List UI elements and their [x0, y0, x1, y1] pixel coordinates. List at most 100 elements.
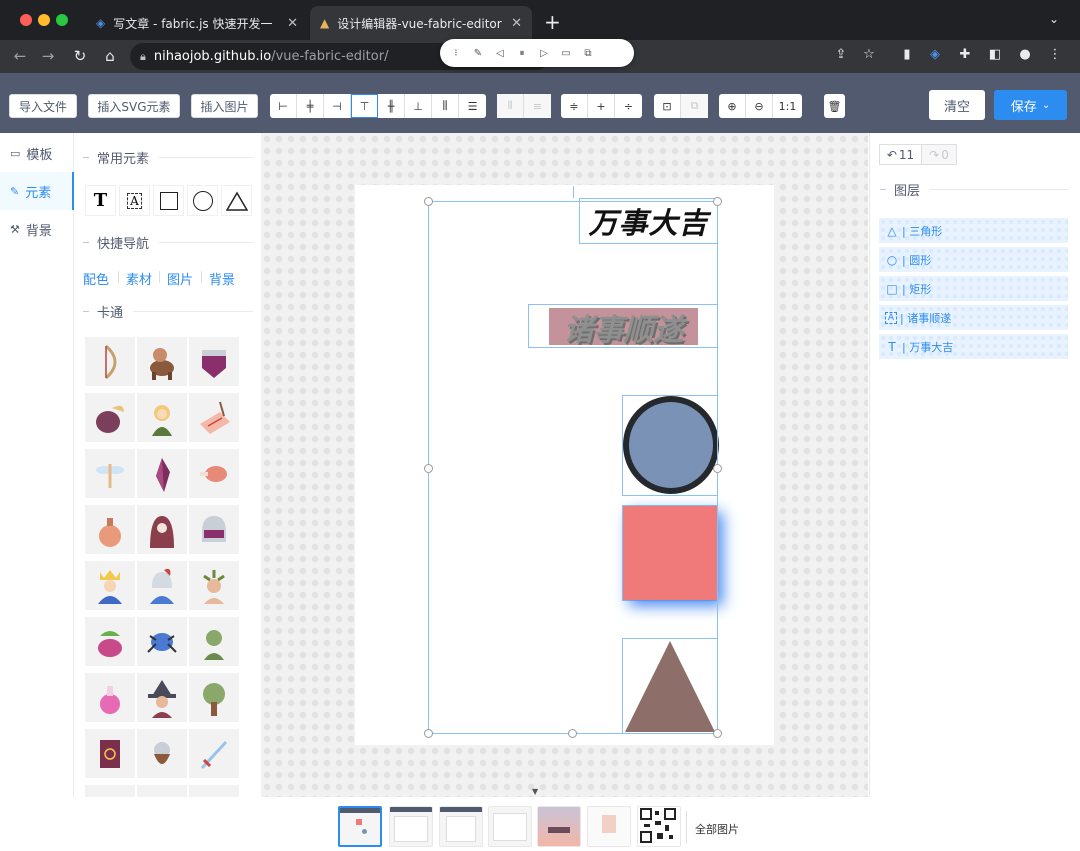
cartoon-witch[interactable]: [137, 673, 187, 722]
tab-editor[interactable]: ▲ 设计编辑器-vue-fabric-editor ✕: [310, 6, 532, 40]
cartoon-book[interactable]: [85, 729, 135, 778]
close-tab-icon[interactable]: ✕: [287, 16, 298, 31]
distribute-v-icon[interactable]: ☰: [459, 94, 486, 118]
cartoon-nest[interactable]: [85, 393, 135, 442]
cartoon-meat[interactable]: [189, 449, 239, 498]
thumb-poster[interactable]: [587, 806, 631, 847]
juejin-extension-icon[interactable]: ◈: [926, 46, 944, 64]
cartoon-tree[interactable]: [189, 673, 239, 722]
nav-link-color[interactable]: 配色: [83, 269, 109, 288]
add-text-button[interactable]: T: [85, 185, 116, 216]
cartoon-potion[interactable]: [85, 673, 135, 722]
cartoon-sack[interactable]: [85, 505, 135, 554]
add-textbox-button[interactable]: A: [119, 185, 150, 216]
v-distribute-icon[interactable]: ≡: [524, 94, 551, 118]
align-top-icon[interactable]: ⊤: [351, 94, 378, 118]
more-menu-icon[interactable]: ⋮: [1046, 46, 1064, 64]
cartoon-partial[interactable]: [85, 785, 135, 797]
cartoon-dragon[interactable]: [85, 617, 135, 666]
cartoon-bow[interactable]: [85, 337, 135, 386]
layer-item-text[interactable]: T | 万事大吉: [879, 334, 1068, 359]
insert-image-button[interactable]: 插入图片: [191, 94, 258, 118]
align-middle-v-icon[interactable]: ╫: [378, 94, 405, 118]
center-horizontal-icon[interactable]: ÷: [615, 94, 642, 118]
canvas-workspace[interactable]: 万事大吉 诸事顺遂 ▼: [261, 133, 868, 797]
zoom-in-icon[interactable]: ⊕: [719, 94, 746, 118]
layer-item-circle[interactable]: ○ | 圆形: [879, 247, 1068, 272]
reload-icon[interactable]: ↻: [70, 46, 90, 66]
cartoon-spider[interactable]: [137, 617, 187, 666]
resize-handle-br[interactable]: [713, 729, 722, 738]
nav-link-image[interactable]: 图片: [167, 269, 193, 288]
h-distribute-icon[interactable]: ⫴: [497, 94, 524, 118]
close-window-button[interactable]: [20, 14, 32, 26]
tab-search-chevron-icon[interactable]: ⌄: [1049, 12, 1059, 26]
close-tab-icon[interactable]: ✕: [511, 16, 522, 31]
cartoon-knight[interactable]: [137, 561, 187, 610]
extension-icon[interactable]: ▮: [898, 46, 916, 64]
cartoon-armor[interactable]: [189, 337, 239, 386]
thumb-editor-4[interactable]: [488, 806, 532, 847]
trash-icon[interactable]: 🗑︎: [824, 94, 845, 118]
layer-item-textbox[interactable]: A | 诸事顺遂: [879, 305, 1068, 330]
nav-link-material[interactable]: 素材: [126, 269, 152, 288]
home-icon[interactable]: ⌂: [100, 46, 120, 66]
add-rect-button[interactable]: [153, 185, 184, 216]
resize-handle-bm[interactable]: [568, 729, 577, 738]
cartoon-hooded[interactable]: [137, 505, 187, 554]
align-bottom-icon[interactable]: ⊥: [405, 94, 432, 118]
thumb-editor-1[interactable]: [338, 806, 382, 847]
resize-handle-ml[interactable]: [424, 464, 433, 473]
tab-zhihu[interactable]: ◈ 写文章 - fabric.js 快速开发一个 ✕: [86, 6, 308, 40]
center-vertical-icon[interactable]: ≑: [561, 94, 588, 118]
new-tab-button[interactable]: +: [544, 10, 561, 34]
cartoon-medusa[interactable]: [189, 561, 239, 610]
cartoon-elf[interactable]: [137, 393, 187, 442]
profile-icon[interactable]: ●: [1016, 46, 1034, 64]
prev-icon[interactable]: ◁: [492, 48, 508, 59]
cartoon-crystal[interactable]: [137, 449, 187, 498]
cartoon-viking[interactable]: [137, 729, 187, 778]
puzzle-icon[interactable]: ✚: [956, 46, 974, 64]
align-center-h-icon[interactable]: ╪: [297, 94, 324, 118]
menu-item-template[interactable]: ▭ 模板: [0, 134, 74, 172]
minimize-window-button[interactable]: [38, 14, 50, 26]
cartoon-helmet[interactable]: [189, 505, 239, 554]
align-left-icon[interactable]: ⊢: [270, 94, 297, 118]
sidepanel-icon[interactable]: ◧: [986, 46, 1004, 64]
distribute-h-icon[interactable]: ⫼: [432, 94, 459, 118]
forward-arrow-icon[interactable]: →: [38, 46, 58, 66]
cartoon-map[interactable]: [189, 393, 239, 442]
all-images-link[interactable]: 全部图片: [695, 821, 739, 837]
next-icon[interactable]: ▷: [536, 48, 552, 59]
group-icon[interactable]: ⊡: [654, 94, 681, 118]
layer-item-rect[interactable]: □ | 矩形: [879, 276, 1068, 301]
insert-svg-button[interactable]: 插入SVG元素: [88, 94, 180, 118]
cartoon-sword[interactable]: [189, 729, 239, 778]
thumb-qrcode[interactable]: [637, 806, 681, 847]
add-triangle-button[interactable]: [221, 185, 252, 216]
back-arrow-icon[interactable]: ←: [10, 46, 30, 66]
resize-handle-tl[interactable]: [424, 197, 433, 206]
add-circle-button[interactable]: [187, 185, 218, 216]
cartoon-partial[interactable]: [189, 785, 239, 797]
thumb-sunset[interactable]: [537, 806, 581, 847]
cartoon-partial[interactable]: [137, 785, 187, 797]
bookmark-star-icon[interactable]: ☆: [860, 46, 878, 64]
align-right-icon[interactable]: ⊣: [324, 94, 351, 118]
save-capture-icon[interactable]: ▭: [558, 48, 574, 59]
clear-button[interactable]: 清空: [929, 90, 985, 120]
save-button[interactable]: 保存 ⌄: [994, 90, 1067, 120]
undo-button[interactable]: ↶ 11: [879, 144, 922, 165]
ungroup-icon[interactable]: ⧉: [681, 94, 708, 118]
resize-handle-bl[interactable]: [424, 729, 433, 738]
artboard[interactable]: 万事大吉 诸事顺遂: [355, 185, 774, 745]
cartoon-minotaur[interactable]: [137, 337, 187, 386]
center-both-icon[interactable]: +: [588, 94, 615, 118]
copy-capture-icon[interactable]: ⧉: [580, 48, 596, 59]
redo-button[interactable]: ↷ 0: [921, 144, 957, 165]
collapse-caret-icon[interactable]: ▼: [532, 787, 538, 796]
resize-handle-tr[interactable]: [713, 197, 722, 206]
nav-link-background[interactable]: 背景: [209, 269, 235, 288]
pause-icon[interactable]: ⏸︎: [514, 48, 530, 59]
